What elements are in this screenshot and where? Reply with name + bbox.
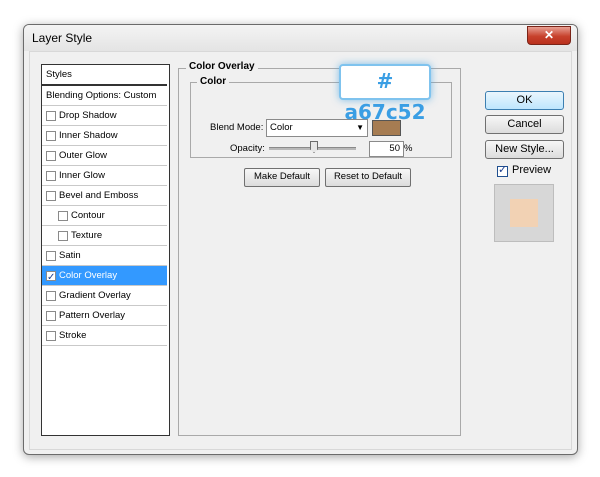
dialog-body: Styles Blending Options: Custom Drop Shad… — [29, 51, 572, 450]
style-item-inner-glow[interactable]: Inner Glow — [42, 166, 167, 186]
style-item-label: Contour — [71, 210, 105, 221]
style-item-checkbox[interactable] — [46, 171, 56, 181]
opacity-unit: % — [404, 143, 413, 154]
style-item-label: Texture — [71, 230, 103, 241]
style-item-label: Outer Glow — [59, 150, 108, 161]
style-item-checkbox[interactable] — [58, 231, 68, 241]
style-item-label: Blending Options: Custom — [46, 90, 157, 101]
style-item-label: Inner Glow — [59, 170, 105, 181]
style-item-drop-shadow[interactable]: Drop Shadow — [42, 106, 167, 126]
make-default-button[interactable]: Make Default — [244, 168, 320, 187]
color-subgroup-title: Color — [197, 76, 230, 87]
style-item-label: Drop Shadow — [59, 110, 117, 121]
style-item-label: Inner Shadow — [59, 130, 118, 141]
style-item-checkbox[interactable] — [46, 111, 56, 121]
title-bar[interactable]: Layer Style ✕ — [24, 25, 577, 51]
new-style-button[interactable]: New Style... — [485, 140, 564, 159]
style-item-checkbox[interactable] — [46, 311, 56, 321]
preview-checkbox[interactable] — [497, 163, 508, 177]
style-item-checkbox[interactable] — [46, 251, 56, 261]
style-item-checkbox[interactable] — [46, 291, 56, 301]
style-item-texture[interactable]: Texture — [42, 226, 167, 246]
hex-color-callout: # a67c52 — [339, 64, 431, 124]
cancel-button[interactable]: Cancel — [485, 115, 564, 134]
style-item-checkbox[interactable] — [46, 268, 56, 287]
style-item-gradient-overlay[interactable]: Gradient Overlay — [42, 286, 167, 306]
style-item-checkbox[interactable] — [46, 331, 56, 341]
reset-to-default-button[interactable]: Reset to Default — [325, 168, 411, 187]
style-item-outer-glow[interactable]: Outer Glow — [42, 146, 167, 166]
style-item-checkbox[interactable] — [46, 151, 56, 161]
blend-mode-label: Blend Mode: — [210, 122, 264, 133]
style-item-label: Stroke — [59, 330, 87, 341]
blend-mode-value: Color — [270, 122, 293, 133]
preview-label: Preview — [512, 164, 552, 176]
style-item-checkbox[interactable] — [58, 211, 68, 221]
preview-swatch — [510, 199, 538, 227]
style-item-inner-shadow[interactable]: Inner Shadow — [42, 126, 167, 146]
layer-style-dialog: Layer Style ✕ Styles Blending Options: C… — [23, 24, 578, 455]
opacity-label: Opacity: — [230, 143, 265, 154]
style-item-label: Pattern Overlay — [59, 310, 125, 321]
dialog-title: Layer Style — [32, 31, 93, 45]
style-item-checkbox[interactable] — [46, 191, 56, 201]
style-item-label: Gradient Overlay — [59, 290, 131, 301]
opacity-input[interactable]: 50 — [369, 141, 404, 157]
style-item-stroke[interactable]: Stroke — [42, 326, 167, 346]
style-item-blending-options[interactable]: Blending Options: Custom — [42, 86, 167, 106]
close-icon: ✕ — [543, 28, 555, 42]
styles-list-header[interactable]: Styles — [42, 65, 167, 86]
style-item-label: Bevel and Emboss — [59, 190, 139, 201]
style-item-satin[interactable]: Satin — [42, 246, 167, 266]
styles-list: Styles Blending Options: Custom Drop Shad… — [41, 64, 170, 436]
style-item-label: Color Overlay — [59, 270, 118, 281]
style-item-color-overlay[interactable]: Color Overlay — [42, 266, 167, 287]
style-item-pattern-overlay[interactable]: Pattern Overlay — [42, 306, 167, 326]
color-overlay-title: Color Overlay — [186, 61, 258, 72]
preview-thumbnail — [494, 184, 554, 242]
style-item-checkbox[interactable] — [46, 131, 56, 141]
style-item-label: Satin — [59, 250, 81, 261]
style-item-bevel-and-emboss[interactable]: Bevel and Emboss — [42, 186, 167, 206]
style-item-contour[interactable]: Contour — [42, 206, 167, 226]
close-button[interactable]: ✕ — [527, 26, 571, 45]
ok-button[interactable]: OK — [485, 91, 564, 110]
